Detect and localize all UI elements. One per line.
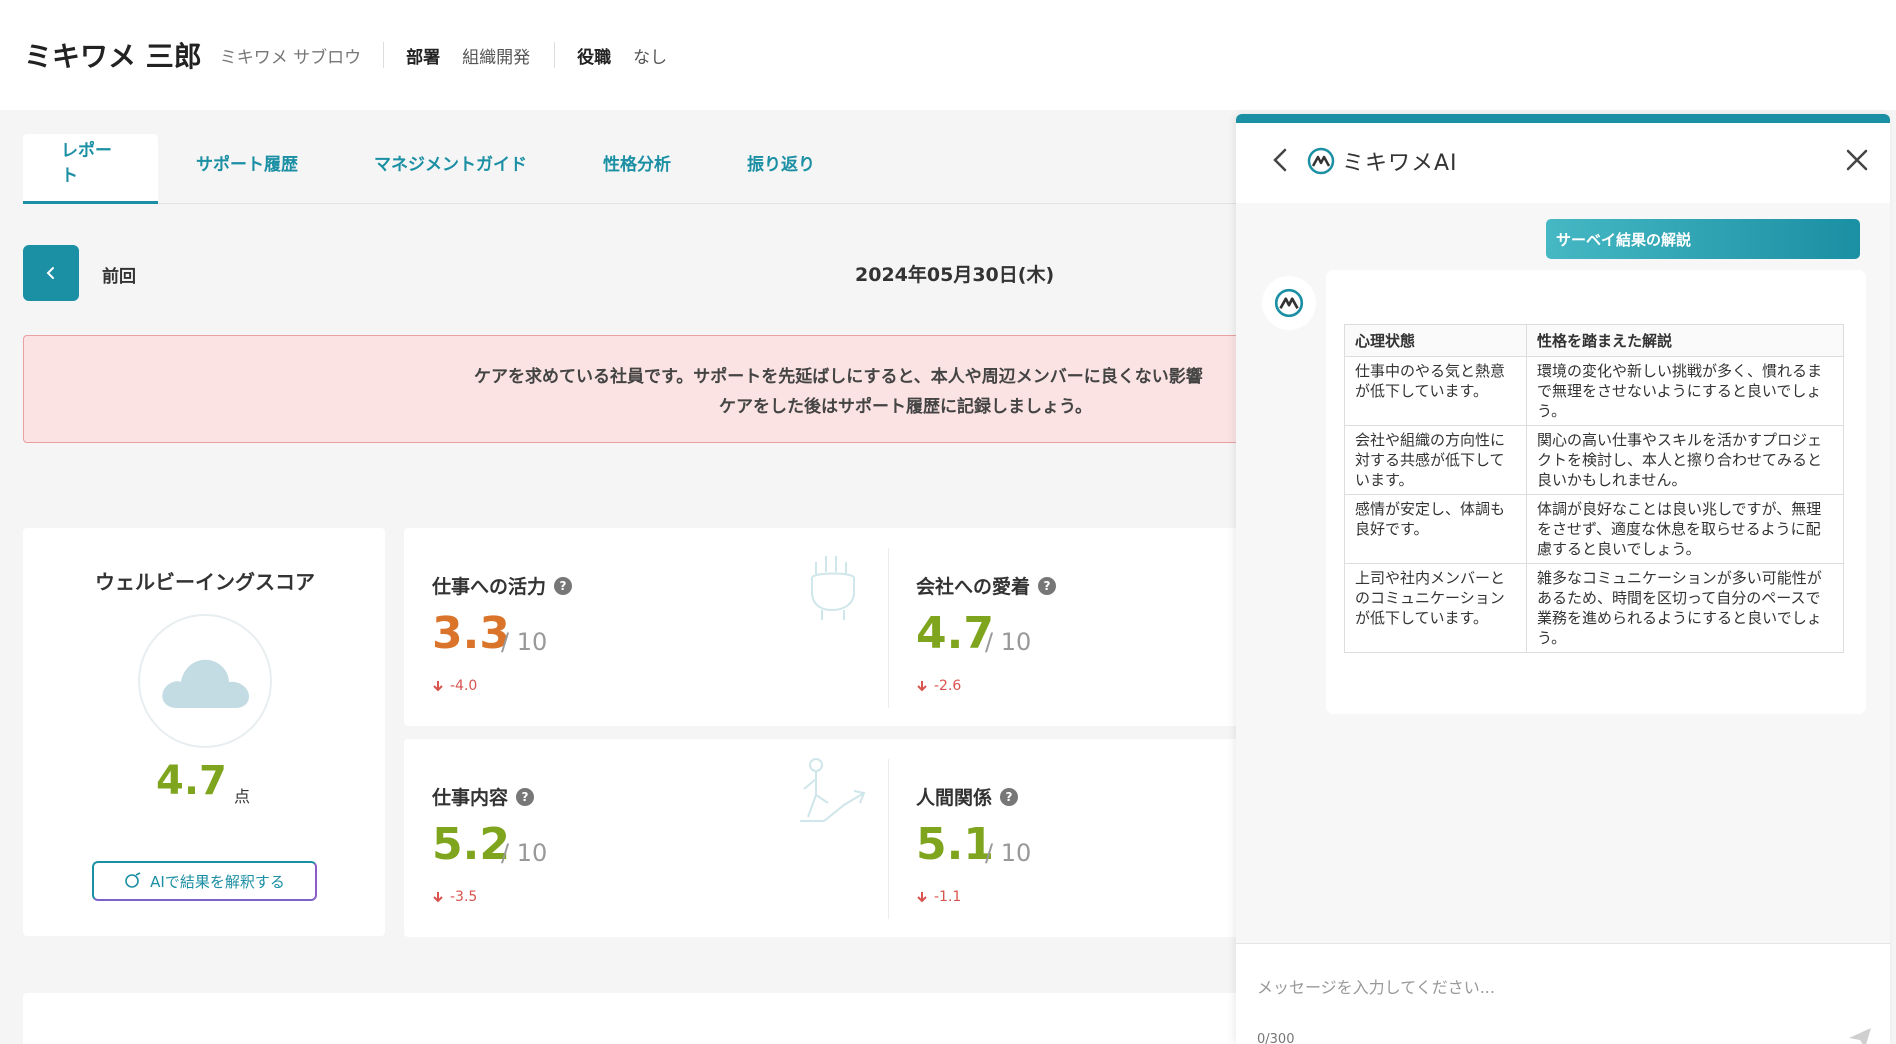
employee-name: ミキワメ 三郎 [24,40,202,73]
position-label: 役職 [577,47,612,68]
wellbeing-icon-circle [138,614,272,748]
metric-denominator: / 10 [501,839,548,867]
ai-message-input[interactable]: メッセージを入力してください... 0/300 [1236,943,1890,1044]
ai-logo: ミキワメAI [1306,145,1458,177]
back-icon[interactable] [1266,145,1296,175]
chevron-left-icon [46,267,54,279]
header-divider [554,42,556,68]
table-row: 上司や社内メンバーとのコミュニケーションが低下しています。 雑多なコミュニケーシ… [1344,563,1844,653]
table-cell: 仕事中のやる気と熱意が低下しています。 [1344,356,1527,426]
help-icon[interactable]: ? [1000,787,1019,806]
metric-work-content: 仕事内容 ? 5.2 / 10 -3.5 [404,739,884,935]
metric-title: 会社への愛着 ? [916,572,1057,599]
employee-kana: ミキワメ サブロウ [219,47,362,68]
ai-panel-header: ミキワメAI [1236,123,1890,203]
alert-line-2: ケアをした後はサポート履歴に記録しましょう。 [719,397,1092,417]
department-label: 部署 [406,47,441,68]
char-counter: 0/300 [1257,1032,1295,1044]
send-icon[interactable] [1846,1024,1874,1044]
ai-panel: ミキワメAI サーベイ結果の解説 心理状態 性格を踏まえた解説 仕事中のやる気と… [1236,114,1890,1044]
wellbeing-unit: 点 [234,787,251,806]
wellbeing-title: ウェルビーイングスコア [95,570,315,594]
ai-avatar [1262,276,1316,330]
table-cell: 体調が良好なことは良い兆しですが、無理をさせず、適度な休息を取らせるように配慮す… [1526,494,1844,564]
metric-score: 5.1 [916,819,994,870]
metric-title: 仕事内容 ? [432,783,535,810]
close-icon[interactable] [1842,145,1872,175]
metric-diff: -4.0 [432,678,477,694]
tab-report[interactable]: レポート [23,134,158,204]
metric-title: 仕事への活力 ? [432,572,573,599]
metric-title: 人間関係 ? [916,783,1019,810]
ai-interpret-label: AIで結果を解釈する [150,872,285,891]
arrow-down-icon [433,892,443,903]
message-placeholder: メッセージを入力してください... [1257,978,1495,997]
department-value: 組織開発 [462,47,531,68]
ai-result-table: 心理状態 性格を踏まえた解説 仕事中のやる気と熱意が低下しています。 環境の変化… [1344,324,1844,653]
table-row: 仕事中のやる気と熱意が低下しています。 環境の変化や新しい挑戦が多く、慣れるまで… [1344,356,1844,426]
table-cell: 関心の高い仕事やスキルを活かすプロジェクトを検討し、本人と擦り合わせてみると良い… [1526,425,1844,495]
metric-denominator: / 10 [501,628,548,656]
tab-support-history[interactable]: サポート履歴 [158,134,336,190]
mikiwame-logo-icon [1274,288,1304,318]
prev-report-button[interactable] [23,245,79,301]
ai-user-message: サーベイ結果の解説 [1546,219,1860,259]
metric-score: 3.3 [432,608,510,659]
metric-score: 4.7 [916,608,994,659]
ai-response-bubble: 心理状態 性格を踏まえた解説 仕事中のやる気と熱意が低下しています。 環境の変化… [1326,270,1866,714]
arrow-down-icon [433,681,443,692]
table-row: 会社や組織の方向性に対する共感が低下しています。 関心の高い仕事やスキルを活かす… [1344,425,1844,495]
metric-diff: -2.6 [916,678,961,694]
tab-bar: レポート サポート履歴 マネジメントガイド 性格分析 振り返り [23,134,1303,204]
metric-vitality: 仕事への活力 ? 3.3 / 10 -4.0 [404,528,884,724]
tab-management-guide[interactable]: マネジメントガイド [336,134,565,190]
table-cell: 上司や社内メンバーとのコミュニケーションが低下しています。 [1344,563,1527,653]
next-section-card [23,993,1283,1044]
table-header-cell: 心理状態 [1344,324,1527,357]
metric-denominator: / 10 [985,628,1032,656]
ai-logo-text: ミキワメAI [1342,151,1458,176]
ai-interpret-button[interactable]: AIで結果を解釈する [92,861,317,901]
metric-denominator: / 10 [985,839,1032,867]
person-growth-icon [800,758,866,822]
table-cell: 雑多なコミュニケーションが多い可能性があるため、時間を区切って自分のペースで業務… [1526,563,1844,653]
fist-icon [811,556,855,620]
position-value: なし [633,47,668,68]
alert-line-1: ケアを求めている社員です。サポートを先延ばしにすると、本人や周辺メンバーに良くな… [474,367,1203,387]
prev-label[interactable]: 前回 [102,262,136,287]
wellbeing-score: 4.7 [156,758,227,804]
employee-header: ミキワメ 三郎 ミキワメ サブロウ 部署 組織開発 役職 なし [0,0,1896,110]
tab-personality[interactable]: 性格分析 [565,134,709,190]
arrow-down-icon [917,681,927,692]
metric-score: 5.2 [432,819,510,870]
table-header-cell: 性格を踏まえた解説 [1526,324,1844,357]
table-cell: 感情が安定し、体調も良好です。 [1344,494,1527,564]
metric-diff: -1.1 [916,889,961,905]
ai-sparkle-icon [125,872,141,888]
cloud-icon [162,659,249,708]
table-header-row: 心理状態 性格を踏まえた解説 [1344,324,1844,357]
wellbeing-card: ウェルビーイングスコア 4.7 点 AIで結果を解釈する [23,528,385,936]
header-divider [383,42,385,68]
help-icon[interactable]: ? [554,576,573,595]
mikiwame-logo-icon [1307,147,1335,175]
tab-reflection[interactable]: 振り返り [709,134,853,190]
metric-diff: -3.5 [432,889,477,905]
table-cell: 会社や組織の方向性に対する共感が低下しています。 [1344,425,1527,495]
help-icon[interactable]: ? [516,787,535,806]
arrow-down-icon [917,892,927,903]
report-date: 2024年05月30日(木) [855,264,1055,286]
table-row: 感情が安定し、体調も良好です。 体調が良好なことは良い兆しですが、無理をさせず、… [1344,494,1844,564]
help-icon[interactable]: ? [1038,576,1057,595]
table-cell: 環境の変化や新しい挑戦が多く、慣れるまで無理をさせないようにすると良いでしょう。 [1526,356,1844,426]
care-alert: ケアを求めている社員です。サポートを先延ばしにすると、本人や周辺メンバーに良くな… [23,335,1283,443]
